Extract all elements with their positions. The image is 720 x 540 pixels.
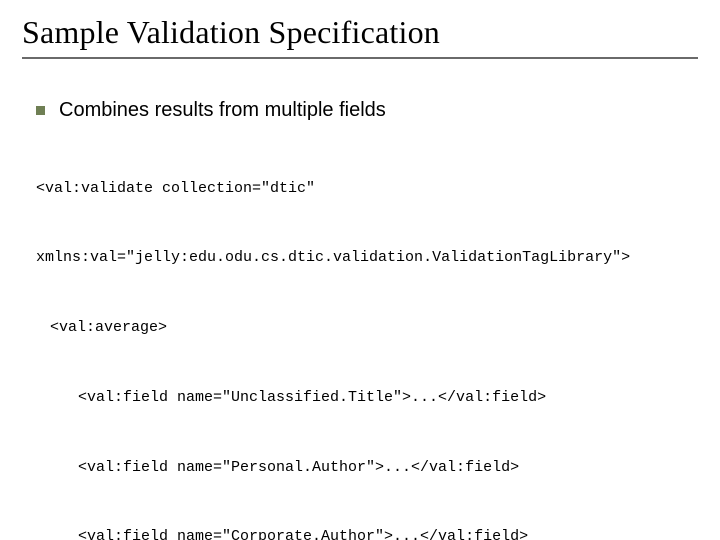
slide: Sample Validation Specification Combines… (0, 0, 720, 540)
title-block: Sample Validation Specification (22, 14, 698, 59)
page-title: Sample Validation Specification (22, 14, 698, 51)
square-bullet-icon (36, 106, 45, 115)
code-line: <val:field name="Unclassified.Title">...… (36, 386, 698, 409)
code-line: <val:average> (36, 316, 698, 339)
code-line: <val:validate collection="dtic" (36, 177, 698, 200)
code-line: <val:field name="Personal.Author">...</v… (36, 456, 698, 479)
bullet-text: Combines results from multiple fields (59, 99, 386, 122)
code-block: <val:validate collection="dtic" xmlns:va… (36, 130, 698, 540)
code-line: xmlns:val="jelly:edu.odu.cs.dtic.validat… (36, 246, 698, 269)
code-line: <val:field name="Corporate.Author">...</… (36, 525, 698, 540)
bullet-item: Combines results from multiple fields (36, 99, 698, 122)
